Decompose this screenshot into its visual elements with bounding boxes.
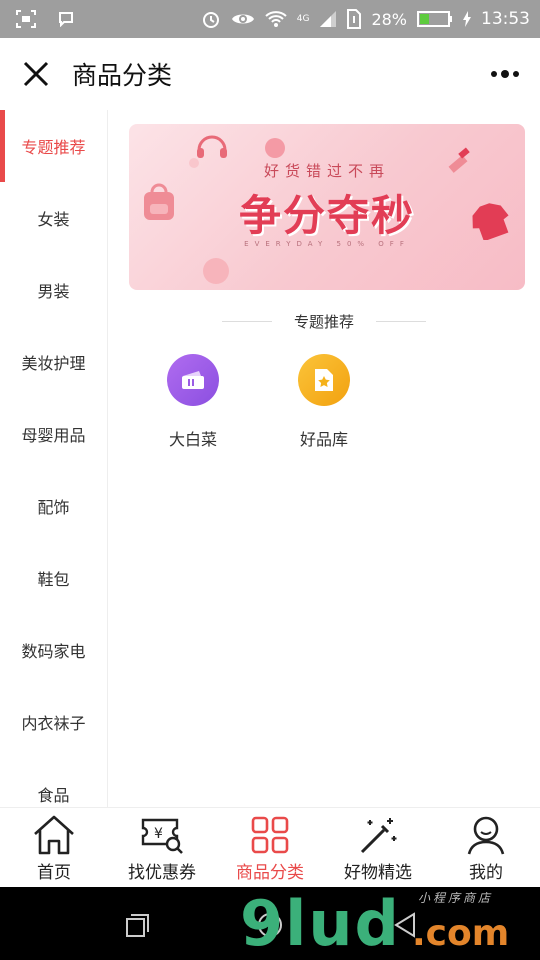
tab-home[interactable]: 首页 bbox=[0, 808, 108, 887]
charging-icon bbox=[463, 11, 471, 27]
eye-icon bbox=[231, 11, 255, 27]
banner-top-text: 好货错过不再 bbox=[263, 162, 390, 180]
close-icon bbox=[23, 61, 49, 87]
sidebar-item-beauty[interactable]: 美妆护理 bbox=[0, 326, 107, 398]
tab-profile[interactable]: 我的 bbox=[432, 808, 540, 887]
sim-icon bbox=[347, 9, 362, 29]
close-button[interactable] bbox=[0, 38, 72, 110]
page-title: 商品分类 bbox=[72, 61, 173, 90]
section-title: 专题推荐 bbox=[293, 312, 354, 331]
battery-percent: 28% bbox=[371, 9, 407, 29]
sidebar-item-accessories[interactable]: 配饰 bbox=[0, 470, 107, 542]
system-nav-bar: 9lud .com 小程序商店 bbox=[0, 887, 540, 960]
topic-item-haopinku[interactable]: 好品库 bbox=[269, 354, 379, 450]
status-bar: 4G 28% 13:53 bbox=[0, 0, 540, 38]
home-icon bbox=[34, 815, 74, 855]
alarm-icon bbox=[201, 9, 221, 29]
watermark-domain: .com bbox=[412, 913, 510, 954]
watermark-logo: 9lud bbox=[240, 887, 401, 960]
network-label: 4G bbox=[296, 14, 310, 24]
bottom-tab-bar: 首页 ¥ 找优惠券 商品分类 好物精选 我的 bbox=[0, 807, 540, 887]
category-content: 好货错过不再 争分夺秒 EVERYDAY 50% OFF 专题推荐 大白菜 好品… bbox=[108, 110, 540, 807]
chat-icon bbox=[58, 11, 74, 27]
grid-icon bbox=[251, 816, 289, 854]
more-icon bbox=[491, 70, 519, 78]
user-icon bbox=[467, 816, 505, 855]
headphones-icon bbox=[197, 135, 227, 158]
topic-item-label: 大白菜 bbox=[168, 430, 217, 449]
tab-label: 我的 bbox=[469, 863, 503, 883]
wifi-icon bbox=[265, 10, 287, 28]
tab-categories[interactable]: 商品分类 bbox=[216, 808, 324, 887]
screenshot-icon bbox=[16, 10, 36, 28]
decor-circle bbox=[203, 258, 229, 284]
tab-picks[interactable]: 好物精选 bbox=[324, 808, 432, 887]
sidebar-item-women[interactable]: 女装 bbox=[0, 182, 107, 254]
svg-text:¥: ¥ bbox=[154, 826, 163, 842]
top-bar: 商品分类 bbox=[0, 38, 540, 110]
recent-apps-icon[interactable] bbox=[124, 913, 150, 939]
divider bbox=[376, 320, 426, 322]
battery-icon bbox=[417, 11, 453, 27]
sidebar-item-food[interactable]: 食品 bbox=[0, 758, 107, 807]
signal-icon bbox=[319, 10, 337, 28]
sidebar-item-shoes-bags[interactable]: 鞋包 bbox=[0, 542, 107, 614]
magic-wand-icon bbox=[360, 818, 397, 854]
sidebar-item-special[interactable]: 专题推荐 bbox=[0, 110, 107, 182]
topic-item-dabaicai[interactable]: 大白菜 bbox=[138, 354, 248, 450]
banner-main-text: 争分夺秒 bbox=[238, 191, 415, 240]
section-header: 专题推荐 bbox=[108, 308, 540, 334]
sidebar-item-baby[interactable]: 母婴用品 bbox=[0, 398, 107, 470]
sidebar-item-underwear[interactable]: 内衣袜子 bbox=[0, 686, 107, 758]
promo-banner[interactable]: 好货错过不再 争分夺秒 EVERYDAY 50% OFF bbox=[129, 124, 525, 290]
watermark-tagline: 小程序商店 bbox=[418, 891, 494, 905]
coupon-search-icon: ¥ bbox=[141, 818, 183, 854]
tab-label: 商品分类 bbox=[236, 863, 304, 883]
sidebar-item-men[interactable]: 男装 bbox=[0, 254, 107, 326]
more-button[interactable] bbox=[470, 38, 540, 110]
star-document-icon bbox=[298, 354, 350, 406]
tab-label: 找优惠券 bbox=[128, 863, 196, 883]
tab-label: 好物精选 bbox=[344, 863, 412, 883]
sidebar-item-electronics[interactable]: 数码家电 bbox=[0, 614, 107, 686]
status-time: 13:53 bbox=[481, 9, 530, 29]
app-screen: 4G 28% 13:53 商品分类 专题推荐 女装 男装 美妆护理 母婴用品 配… bbox=[0, 0, 540, 960]
decor-circle bbox=[265, 138, 285, 158]
tab-coupons[interactable]: ¥ 找优惠券 bbox=[108, 808, 216, 887]
topic-item-label: 好品库 bbox=[299, 430, 348, 449]
ticket-icon bbox=[167, 354, 219, 406]
category-sidebar: 专题推荐 女装 男装 美妆护理 母婴用品 配饰 鞋包 数码家电 内衣袜子 食品 bbox=[0, 110, 108, 807]
tab-label: 首页 bbox=[37, 863, 71, 883]
divider bbox=[221, 320, 272, 322]
banner-sub-text: EVERYDAY 50% OFF bbox=[244, 240, 410, 248]
